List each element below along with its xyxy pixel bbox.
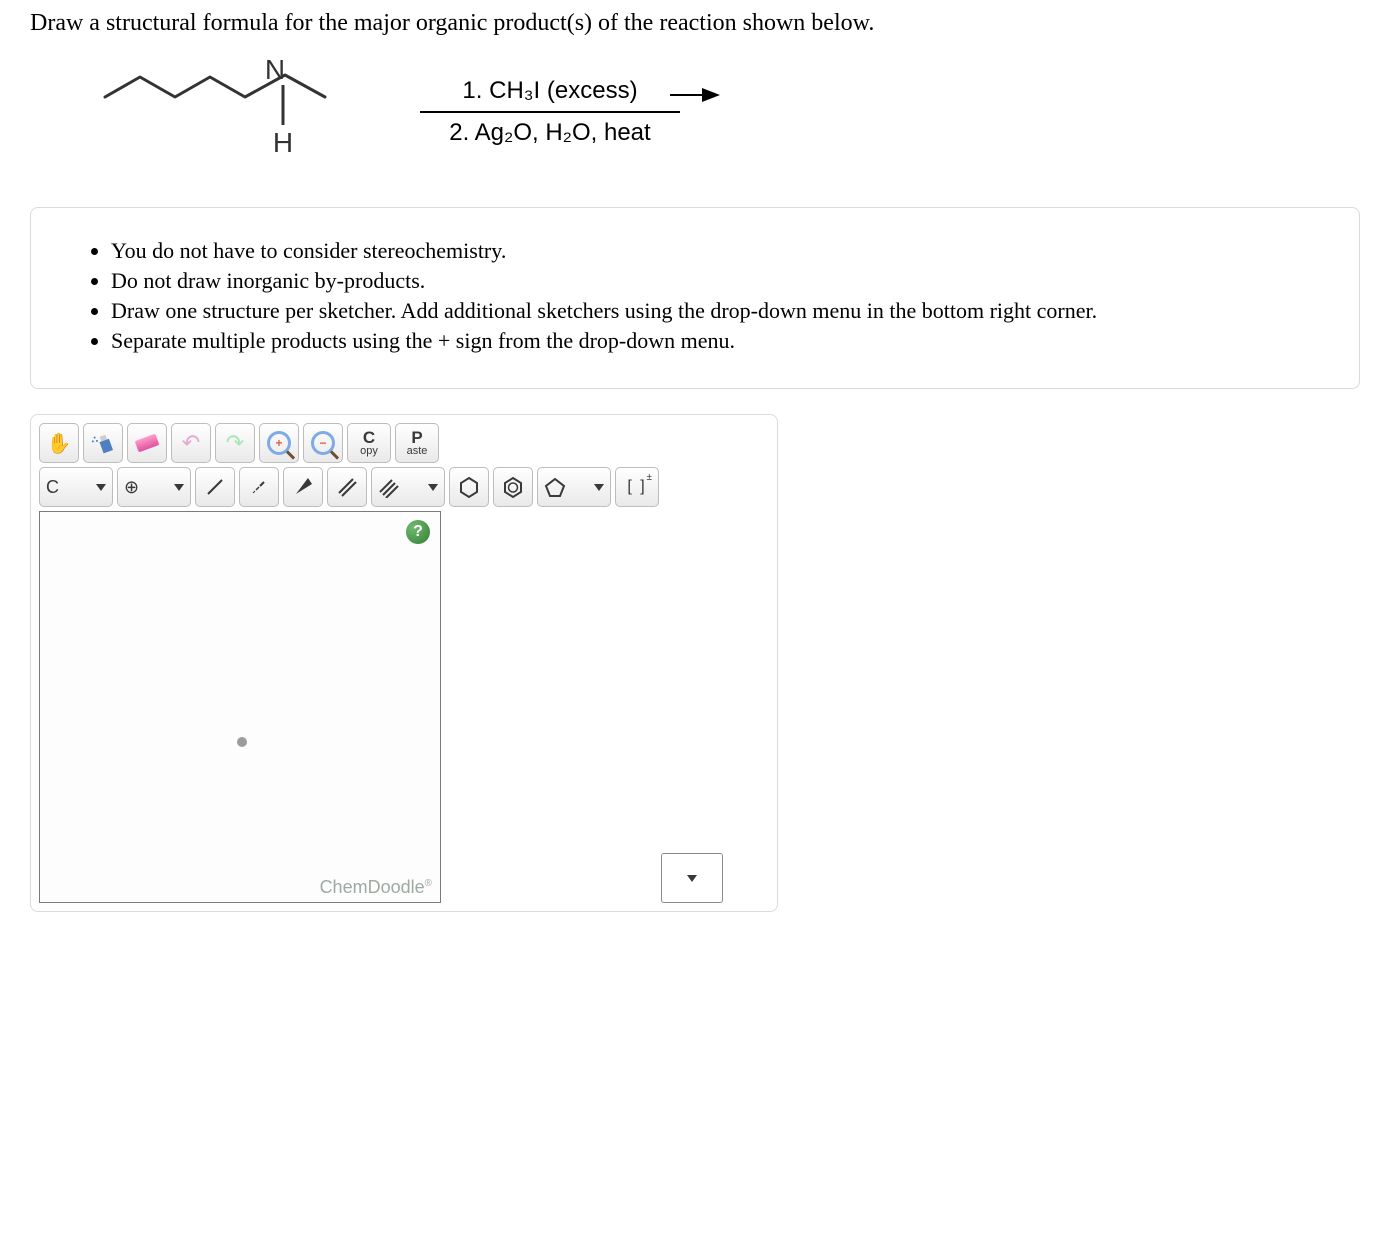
copy-label-big: C xyxy=(363,429,375,446)
hydrogen-label: H xyxy=(273,127,293,158)
recessed-bond-icon xyxy=(248,476,270,498)
paste-button[interactable]: P aste xyxy=(395,423,439,463)
single-bond-button[interactable] xyxy=(195,467,235,507)
brackets-button[interactable]: [ ] ± xyxy=(615,467,659,507)
recessed-bond-button[interactable] xyxy=(239,467,279,507)
hexagon-icon xyxy=(457,475,481,499)
chemdoodle-branding: ChemDoodle® xyxy=(320,877,432,898)
instruction-item: Separate multiple products using the + s… xyxy=(111,328,1319,354)
charge-label: ⊕ xyxy=(124,477,139,498)
toolbar-row-1: ✋ ↶ ↷ + − C opy P aste xyxy=(39,423,769,463)
bracket-label: [ ] xyxy=(627,478,646,496)
wedge-bond-button[interactable] xyxy=(283,467,323,507)
element-label: C xyxy=(46,477,59,498)
eraser-icon xyxy=(135,434,160,453)
cyclohexane-button[interactable] xyxy=(449,467,489,507)
redo-icon: ↷ xyxy=(226,430,244,456)
hand-tool-button[interactable]: ✋ xyxy=(39,423,79,463)
pentagon-icon xyxy=(544,476,566,498)
instruction-item: Do not draw inorganic by-products. xyxy=(111,268,1319,294)
sketcher-panel: ✋ ↶ ↷ + − C opy P aste C ⊕ xyxy=(30,414,778,912)
charge-picker-button[interactable]: ⊕ xyxy=(117,467,191,507)
chevron-down-icon xyxy=(96,484,106,491)
toolbar-row-2: C ⊕ xyxy=(39,467,769,507)
hand-icon: ✋ xyxy=(47,431,72,456)
triple-bond-icon xyxy=(378,476,400,498)
chevron-down-icon xyxy=(594,484,604,491)
copy-label-small: opy xyxy=(360,446,378,457)
undo-button[interactable]: ↶ xyxy=(171,423,211,463)
instruction-item: Draw one structure per sketcher. Add add… xyxy=(111,298,1319,324)
instructions-panel: You do not have to consider stereochemis… xyxy=(30,207,1360,389)
single-bond-icon xyxy=(204,476,226,498)
chevron-down-icon xyxy=(687,875,697,882)
zoom-in-icon: + xyxy=(267,431,291,455)
eraser-tool-button[interactable] xyxy=(127,423,167,463)
help-icon: ? xyxy=(413,523,423,541)
zoom-in-button[interactable]: + xyxy=(259,423,299,463)
benzene-button[interactable] xyxy=(493,467,533,507)
instruction-item: You do not have to consider stereochemis… xyxy=(111,238,1319,264)
condition-line-2: 2. Ag₂O, H₂O, heat xyxy=(439,117,660,149)
spray-icon xyxy=(89,428,118,458)
benzene-icon xyxy=(501,475,525,499)
chevron-down-icon xyxy=(174,484,184,491)
drawing-canvas[interactable]: ? ChemDoodle® xyxy=(39,511,441,903)
add-sketcher-dropdown[interactable] xyxy=(661,853,723,903)
triple-bond-picker-button[interactable] xyxy=(371,467,445,507)
reactant-structure: N H xyxy=(100,57,360,167)
ring-picker-button[interactable] xyxy=(537,467,611,507)
paste-label-small: aste xyxy=(407,446,428,457)
instructions-list: You do not have to consider stereochemis… xyxy=(71,238,1319,354)
spray-tool-button[interactable] xyxy=(83,423,123,463)
undo-icon: ↶ xyxy=(182,430,200,456)
condition-line-1: 1. CH₃I (excess) xyxy=(452,75,647,107)
reaction-scheme: N H 1. CH₃I (excess) 2. Ag₂O, H₂O, heat xyxy=(100,57,1360,167)
paste-label-big: P xyxy=(411,429,422,446)
element-picker-button[interactable]: C xyxy=(39,467,113,507)
zoom-out-button[interactable]: − xyxy=(303,423,343,463)
bracket-pm: ± xyxy=(647,472,653,483)
double-bond-button[interactable] xyxy=(327,467,367,507)
copy-button[interactable]: C opy xyxy=(347,423,391,463)
wedge-bond-icon xyxy=(292,476,314,498)
reaction-arrow-head xyxy=(670,85,720,105)
zoom-out-icon: − xyxy=(311,431,335,455)
nitrogen-label: N xyxy=(265,57,285,85)
reaction-arrow-line xyxy=(420,111,680,113)
question-text: Draw a structural formula for the major … xyxy=(30,10,1360,37)
double-bond-icon xyxy=(336,476,358,498)
canvas-start-atom[interactable] xyxy=(237,737,247,747)
redo-button[interactable]: ↷ xyxy=(215,423,255,463)
help-button[interactable]: ? xyxy=(406,520,430,544)
chevron-down-icon xyxy=(428,484,438,491)
